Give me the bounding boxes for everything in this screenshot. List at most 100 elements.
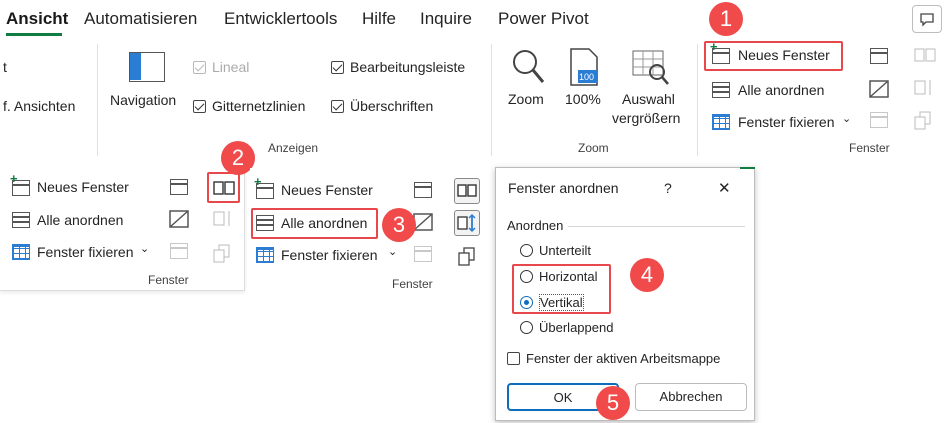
tab-hilfe[interactable]: Hilfe	[362, 9, 396, 29]
ribbon-left-item[interactable]: t	[3, 59, 7, 75]
fenster-fixieren-button[interactable]: Fenster fixieren ⌄	[12, 242, 157, 264]
highlight-alle-anordnen	[251, 208, 378, 239]
arrange-all-icon	[712, 82, 730, 98]
neues-fenster-button[interactable]: + Neues Fenster	[10, 171, 152, 199]
comments-button[interactable]	[912, 5, 942, 33]
highlight-side-by-side	[207, 172, 240, 203]
magnifier-icon	[513, 50, 545, 83]
close-icon[interactable]: ✕	[718, 179, 731, 197]
help-icon[interactable]: ?	[664, 180, 672, 196]
gitternetzlinien-checkbox[interactable]: Gitternetzlinien	[193, 98, 305, 114]
navigation-label: Navigation	[110, 92, 177, 108]
tab-entwicklertools[interactable]: Entwicklertools	[224, 9, 337, 29]
group-label-fenster: Fenster	[849, 141, 890, 155]
step-badge-1: 1	[709, 2, 743, 36]
group-separator	[697, 44, 698, 156]
reset-window-position-icon	[914, 111, 931, 130]
group-label-fenster: Fenster	[392, 277, 433, 291]
hide-window-icon[interactable]	[869, 80, 889, 98]
zoom-selection-icon	[632, 50, 669, 85]
tab-power-pivot[interactable]: Power Pivot	[498, 9, 589, 29]
neues-fenster-label: Neues Fenster	[37, 179, 129, 195]
zoom-selection-button[interactable]: Auswahl vergrößern	[612, 46, 690, 136]
arrange-all-icon	[12, 212, 30, 228]
fenster-fixieren-label: Fenster fixieren	[281, 247, 378, 263]
hide-window-icon[interactable]	[169, 210, 189, 228]
ribbon-view: t f. Ansichten Navigation Lineal Gittern…	[0, 38, 945, 163]
ribbon-tab-bar: Ansicht Automatisieren Entwicklertools H…	[0, 0, 945, 38]
cancel-button[interactable]: Abbrechen	[635, 383, 747, 411]
tab-ansicht[interactable]: Ansicht	[6, 9, 68, 29]
bearbeitungsleiste-checkbox[interactable]: Bearbeitungsleiste	[331, 59, 465, 75]
checkbox-icon	[331, 61, 344, 74]
alle-anordnen-label: Alle anordnen	[738, 82, 825, 98]
tab-inquire[interactable]: Inquire	[420, 9, 472, 29]
group-separator	[491, 44, 492, 156]
zoom-100-label: 100%	[565, 91, 601, 107]
synchronous-scrolling-button[interactable]	[454, 210, 480, 236]
zoom-100-button[interactable]: 100 100%	[565, 46, 610, 116]
alle-anordnen-label: Alle anordnen	[37, 212, 124, 228]
split-icon[interactable]	[170, 179, 188, 195]
radio-ueberlappend[interactable]: Überlappend	[520, 320, 613, 335]
group-label-anzeigen: Anzeigen	[268, 141, 319, 155]
plus-icon: +	[10, 171, 18, 186]
chevron-down-icon: ⌄	[842, 113, 852, 125]
fenster-fixieren-button[interactable]: Fenster fixieren ⌄	[712, 112, 862, 134]
custom-views-button[interactable]: f. Ansichten	[3, 98, 75, 114]
zoom-button[interactable]: Zoom	[505, 46, 555, 116]
alle-anordnen-button[interactable]: Alle anordnen	[12, 210, 152, 232]
step-badge-5: 5	[596, 386, 630, 420]
zoom-selection-label-1: Auswahl	[622, 91, 675, 107]
neues-fenster-label: Neues Fenster	[281, 182, 373, 198]
highlight-neues-fenster	[704, 41, 843, 71]
zoom-selection-label-2: vergrößern	[612, 110, 681, 126]
freeze-panes-icon	[12, 244, 30, 260]
alle-anordnen-button[interactable]: Alle anordnen	[712, 80, 842, 102]
view-side-by-side-icon	[914, 48, 936, 62]
freeze-panes-icon	[256, 247, 274, 263]
lineal-label: Lineal	[212, 59, 250, 75]
chevron-down-icon: ⌄	[140, 243, 150, 255]
section-divider	[568, 226, 745, 227]
zoom-100-icon-label: 100	[579, 72, 595, 82]
checkbox-icon	[193, 61, 206, 74]
freeze-panes-icon	[712, 114, 730, 130]
plus-icon: +	[254, 174, 262, 189]
fenster-fixieren-button[interactable]: Fenster fixieren ⌄	[256, 245, 401, 267]
split-icon[interactable]	[414, 182, 432, 198]
neues-fenster-button[interactable]: + Neues Fenster	[254, 174, 386, 202]
active-tab-indicator	[6, 33, 62, 36]
view-side-by-side-icon	[457, 184, 477, 197]
group-separator	[97, 44, 98, 156]
radio-icon	[520, 244, 533, 257]
checkbox-icon	[331, 100, 344, 113]
radio-unterteilt[interactable]: Unterteilt	[520, 243, 591, 258]
hide-window-icon[interactable]	[413, 213, 433, 231]
checkbox-label: Fenster der aktiven Arbeitsmappe	[526, 351, 721, 366]
section-label: Anordnen	[507, 218, 564, 233]
split-icon[interactable]	[870, 48, 888, 64]
checkbox-icon	[507, 352, 520, 365]
lineal-checkbox: Lineal	[193, 59, 249, 75]
sheet-green-edge	[740, 167, 755, 169]
active-workbook-checkbox[interactable]: Fenster der aktiven Arbeitsmappe	[507, 351, 720, 366]
highlight-horizontal-vertikal	[512, 264, 611, 314]
step-badge-3: 3	[382, 208, 416, 242]
ueberschriften-label: Überschriften	[350, 98, 434, 114]
step-badge-4: 4	[630, 258, 664, 292]
fenster-fixieren-label: Fenster fixieren	[37, 244, 134, 260]
tab-automatisieren[interactable]: Automatisieren	[84, 9, 197, 29]
reset-window-position-icon	[213, 244, 230, 263]
reset-window-position-icon[interactable]	[457, 246, 479, 266]
navigation-pane-icon	[129, 52, 165, 82]
group-label-zoom: Zoom	[578, 141, 609, 155]
radio-label: Unterteilt	[539, 243, 592, 258]
fenster-fixieren-label: Fenster fixieren	[738, 114, 835, 130]
zoom-label: Zoom	[508, 91, 544, 107]
ueberschriften-checkbox[interactable]: Überschriften	[331, 98, 433, 114]
dialog-title: Fenster anordnen	[508, 180, 619, 196]
navigation-button[interactable]: Navigation	[110, 42, 190, 122]
view-side-by-side-button[interactable]	[454, 178, 480, 204]
chevron-down-icon: ⌄	[388, 246, 398, 258]
